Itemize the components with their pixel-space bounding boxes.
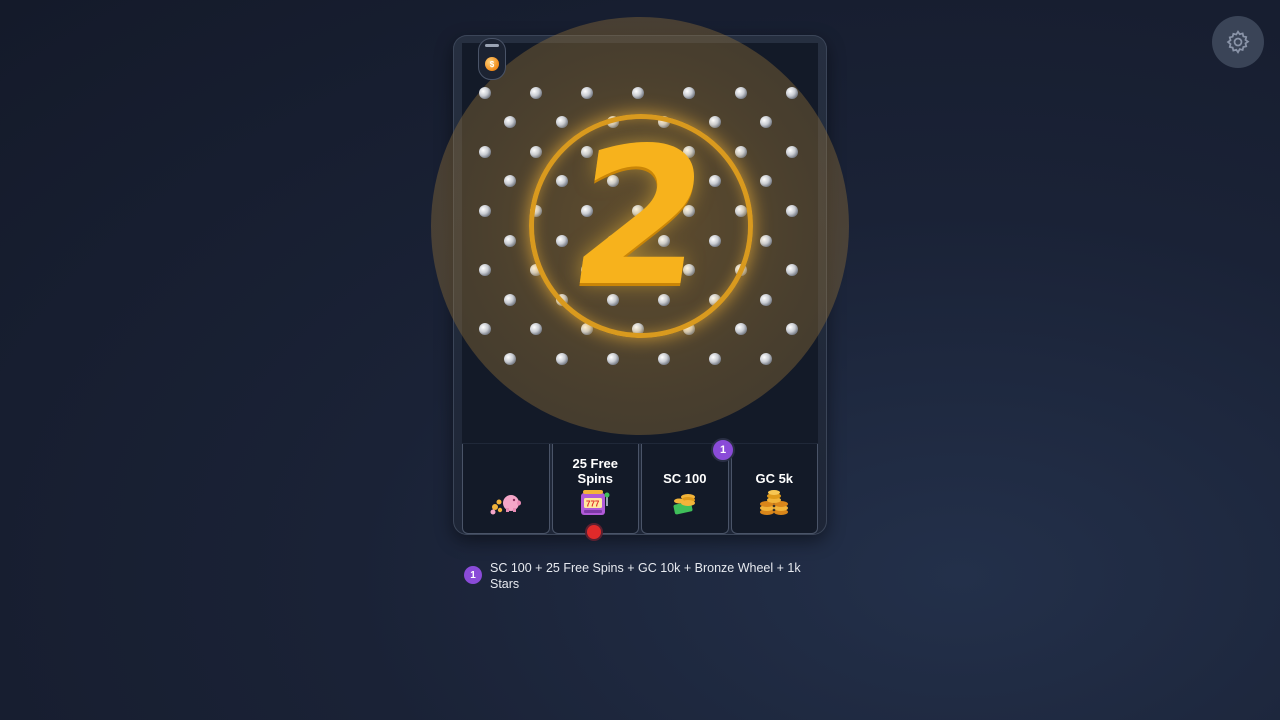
- prize-slot-2[interactable]: 25 Free Spins 777: [551, 444, 639, 534]
- multiplier-number: 2: [558, 107, 722, 328]
- legend-badge: 1: [464, 566, 482, 584]
- prize-legend: 1 SC 100 + 25 Free Spins + GC 10k + Bron…: [464, 560, 824, 592]
- prize-badge: 1: [711, 438, 735, 462]
- ball-dropper[interactable]: $: [478, 38, 506, 80]
- dropper-handle: [485, 44, 499, 47]
- prize-slots: 25 Free Spins 777 SC 100 GC 5k: [462, 444, 818, 534]
- gear-icon: [1226, 30, 1250, 54]
- prize-slot-1[interactable]: [462, 444, 550, 534]
- svg-text:777: 777: [586, 500, 600, 509]
- legend-text: SC 100 + 25 Free Spins + GC 10k + Bronze…: [490, 561, 801, 591]
- prize-slot-label: [471, 454, 541, 486]
- prize-slot-label: SC 100: [663, 471, 707, 486]
- slot-machine-777-icon: 777: [581, 490, 610, 515]
- prize-slot-label: 25 Free Spins: [572, 456, 619, 486]
- prize-slot-label: GC 5k: [755, 471, 794, 486]
- gold-coin-stack-icon: [760, 490, 789, 515]
- prize-slot-4[interactable]: GC 5k: [730, 444, 818, 534]
- settings-button[interactable]: [1212, 16, 1264, 68]
- cash-coins-icon: [673, 494, 695, 515]
- landing-marker: [587, 525, 601, 539]
- coin-ball-icon: $: [485, 57, 499, 71]
- piggy-bank-coins-icon: [490, 495, 521, 515]
